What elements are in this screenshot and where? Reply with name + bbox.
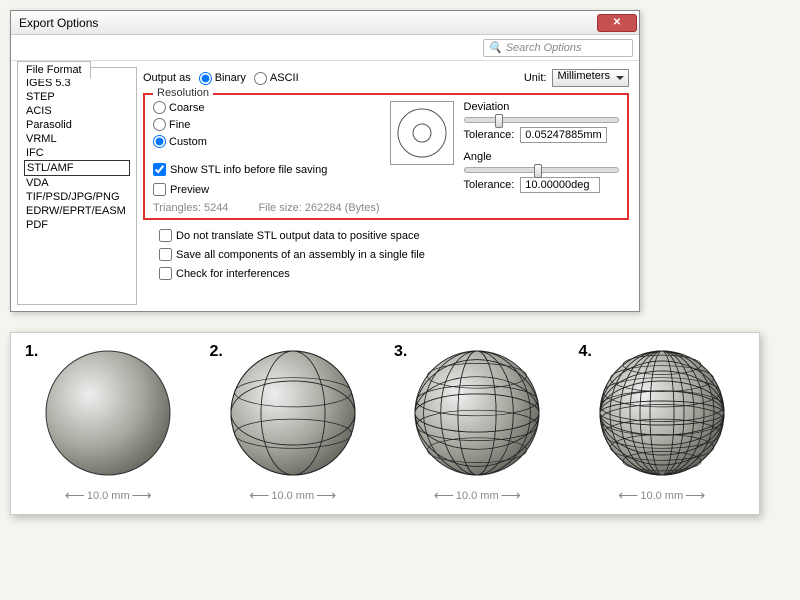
titlebar: Export Options ✕ (11, 11, 639, 35)
dimension-row: ⟵10.0 mm⟶ (65, 487, 152, 504)
check-save-all-input[interactable] (159, 248, 172, 261)
check-show-stl-info-input[interactable] (153, 163, 166, 176)
window-buttons: ✕ (597, 14, 637, 32)
arrow-left-icon: ⟵ (65, 487, 85, 504)
unit-row: Unit: Millimeters (524, 69, 629, 87)
radio-custom-input[interactable] (153, 135, 166, 148)
sphere-number: 4. (579, 343, 592, 361)
check-no-translate[interactable]: Do not translate STL output data to posi… (159, 229, 629, 242)
arrow-right-icon: ⟶ (501, 487, 521, 504)
toolbar: 🔍 Search Options (11, 35, 639, 61)
sphere-number: 3. (394, 343, 407, 361)
radio-coarse[interactable]: Coarse (153, 101, 380, 114)
format-item-acis[interactable]: ACIS (24, 104, 130, 118)
dimension-value: 10.0 mm (271, 490, 314, 502)
radio-fine[interactable]: Fine (153, 118, 380, 131)
sphere-comparison-strip: 1.⟵10.0 mm⟶2.⟵10.0 mm⟶3.⟵10.0 mm⟶4.⟵10.0… (10, 332, 760, 515)
format-item-pdf[interactable]: PDF (24, 218, 130, 232)
format-item-parasolid[interactable]: Parasolid (24, 118, 130, 132)
sphere-cell-1: 1. ⟵10.0 mm⟶ (21, 343, 196, 504)
ang-tol-value[interactable]: 10.00000deg (520, 177, 600, 193)
dialog-body: IGES 5.3STEPACISParasolidVRMLIFCSTL/AMFV… (11, 61, 639, 311)
radio-ascii-input[interactable] (254, 72, 267, 85)
radio-fine-input[interactable] (153, 118, 166, 131)
dev-tol-label: Tolerance: (464, 129, 515, 141)
dimension-value: 10.0 mm (87, 490, 130, 502)
check-interferences-input[interactable] (159, 267, 172, 280)
unit-label: Unit: (524, 72, 547, 84)
radio-binary[interactable]: Binary (199, 72, 246, 85)
arrow-right-icon: ⟶ (685, 487, 705, 504)
dimension-value: 10.0 mm (456, 490, 499, 502)
resolution-preview (390, 101, 454, 165)
stl-info-line: Triangles: 5244 File size: 262284 (Bytes… (153, 202, 380, 214)
check-save-all[interactable]: Save all components of an assembly in a … (159, 248, 629, 261)
format-list: IGES 5.3STEPACISParasolidVRMLIFCSTL/AMFV… (17, 67, 137, 305)
resolution-group: Resolution Coarse Fine Custom Show STL i… (143, 93, 629, 220)
close-button[interactable]: ✕ (597, 14, 637, 32)
sphere-cell-3: 3. ⟵10.0 mm⟶ (390, 343, 565, 504)
check-show-stl-info[interactable]: Show STL info before file saving (153, 163, 380, 176)
check-no-translate-input[interactable] (159, 229, 172, 242)
format-item-edrw-eprt-easm[interactable]: EDRW/EPRT/EASM (24, 204, 130, 218)
deviation-label: Deviation (464, 101, 619, 113)
arrow-right-icon: ⟶ (316, 487, 336, 504)
extra-options: Do not translate STL output data to posi… (159, 226, 629, 280)
resolution-legend: Resolution (153, 87, 213, 99)
deviation-slider[interactable] (464, 117, 619, 123)
format-item-stl-amf[interactable]: STL/AMF (24, 160, 130, 176)
check-preview[interactable]: Preview (153, 183, 380, 196)
ang-tol-label: Tolerance: (464, 179, 515, 191)
format-item-step[interactable]: STEP (24, 90, 130, 104)
radio-coarse-input[interactable] (153, 101, 166, 114)
format-item-vrml[interactable]: VRML (24, 132, 130, 146)
output-as-label: Output as (143, 72, 191, 84)
sphere-number: 1. (25, 343, 38, 361)
radio-custom[interactable]: Custom (153, 135, 380, 148)
format-item-vda[interactable]: VDA (24, 176, 130, 190)
dev-tol-value[interactable]: 0.05247885mm (520, 127, 606, 143)
search-placeholder: Search Options (506, 42, 582, 54)
sphere-cell-2: 2. ⟵10.0 mm⟶ (206, 343, 381, 504)
check-preview-input[interactable] (153, 183, 166, 196)
dimension-row: ⟵10.0 mm⟶ (618, 487, 705, 504)
dimension-value: 10.0 mm (640, 490, 683, 502)
sphere-cell-4: 4. ⟵10.0 mm⟶ (575, 343, 750, 504)
search-icon: 🔍 (488, 41, 502, 54)
format-item-tif-psd-jpg-png[interactable]: TIF/PSD/JPG/PNG (24, 190, 130, 204)
angle-slider[interactable] (464, 167, 619, 173)
tab-file-format[interactable]: File Format (17, 61, 91, 79)
export-options-window: Export Options ✕ 🔍 Search Options File F… (10, 10, 640, 312)
arrow-right-icon: ⟶ (132, 487, 152, 504)
output-as-row: Output as Binary ASCII Unit: Millimeters (143, 69, 629, 87)
search-input[interactable]: 🔍 Search Options (483, 39, 633, 57)
dimension-row: ⟵10.0 mm⟶ (249, 487, 336, 504)
dimension-row: ⟵10.0 mm⟶ (434, 487, 521, 504)
resolution-right: Deviation Tolerance: 0.05247885mm Angle T… (464, 101, 619, 214)
preview-torus-icon (394, 105, 450, 161)
radio-ascii[interactable]: ASCII (254, 72, 299, 85)
arrow-left-icon: ⟵ (434, 487, 454, 504)
radio-binary-input[interactable] (199, 72, 212, 85)
window-title: Export Options (19, 16, 98, 30)
arrow-left-icon: ⟵ (249, 487, 269, 504)
format-item-ifc[interactable]: IFC (24, 146, 130, 160)
check-interferences[interactable]: Check for interferences (159, 267, 629, 280)
options-pane: Output as Binary ASCII Unit: Millimeters… (143, 61, 639, 311)
sphere-number: 2. (210, 343, 223, 361)
angle-label: Angle (464, 151, 619, 163)
arrow-left-icon: ⟵ (618, 487, 638, 504)
resolution-left: Coarse Fine Custom Show STL info before … (153, 101, 380, 214)
unit-select[interactable]: Millimeters (552, 69, 629, 87)
